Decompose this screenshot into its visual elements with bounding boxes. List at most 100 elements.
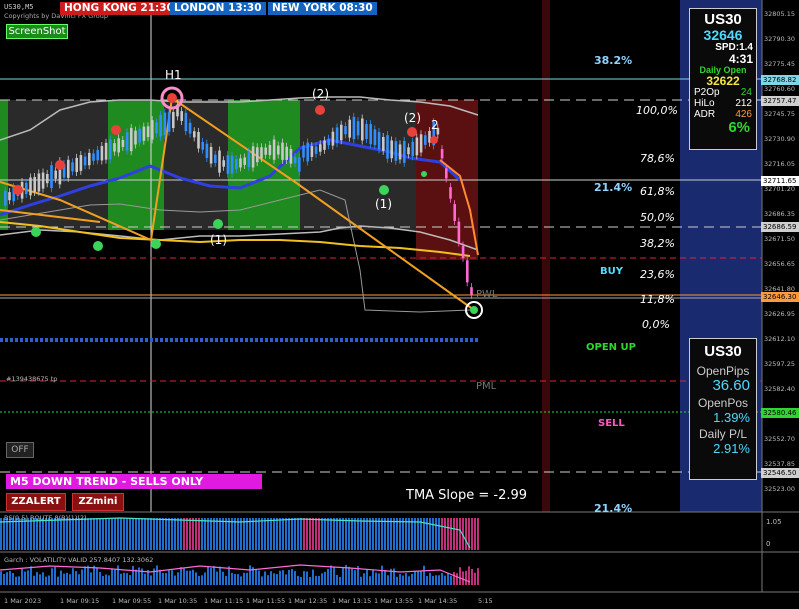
volatility-bar xyxy=(453,572,455,585)
histogram-bar xyxy=(51,518,53,550)
histogram-bar xyxy=(318,518,320,550)
histogram-bar xyxy=(219,518,221,550)
pml-label: PML xyxy=(476,381,497,392)
session-london: LONDON 13:30 xyxy=(170,2,266,15)
histogram-bar xyxy=(36,518,38,550)
volatility-bar xyxy=(117,565,119,585)
volatility-bar xyxy=(99,572,101,585)
info-panel: US30 32646 SPD:1.4 4:31 Daily Open 32622… xyxy=(689,8,757,150)
histogram-bar xyxy=(369,518,371,550)
volatility-bar xyxy=(102,575,104,585)
candle-body xyxy=(461,245,465,258)
histogram-bar xyxy=(360,518,362,550)
histogram-bar xyxy=(57,518,59,550)
histogram-bar xyxy=(114,518,116,550)
fib-100: 100,0% xyxy=(636,104,678,117)
volatility-bar xyxy=(168,570,170,585)
volatility-bar xyxy=(387,575,389,585)
info-price: 32646 xyxy=(703,27,743,43)
volatility-bar xyxy=(123,572,125,585)
volatility-bar xyxy=(477,568,479,585)
histogram-bar xyxy=(444,518,446,550)
histogram-bar xyxy=(267,518,269,550)
candle-body xyxy=(121,140,125,147)
histogram-bar xyxy=(414,518,416,550)
volatility-bar xyxy=(126,573,128,585)
candle-body xyxy=(79,155,83,171)
fib-50: 50,0% xyxy=(640,211,675,224)
time-axis-label: 1 Mar 09:15 xyxy=(60,597,100,605)
volatility-bar xyxy=(213,565,215,585)
candle-body xyxy=(453,204,456,221)
histogram-bar xyxy=(18,518,20,550)
histogram-bar xyxy=(447,518,449,550)
volatility-bar xyxy=(366,569,368,585)
histogram-bar xyxy=(339,518,341,550)
histogram-bar xyxy=(300,518,302,550)
candle-body xyxy=(71,162,74,172)
price-chart[interactable] xyxy=(0,0,799,609)
volatility-bar xyxy=(12,573,14,585)
candle-body xyxy=(398,144,402,160)
zzmini-button[interactable]: ZZmini xyxy=(72,493,124,511)
histogram-bar xyxy=(234,518,236,550)
histogram-bar xyxy=(168,518,170,550)
histogram-bar xyxy=(288,518,290,550)
price-axis-label: 32552.70 xyxy=(764,435,796,443)
histogram-bar xyxy=(6,518,8,550)
volatility-bar xyxy=(342,566,344,585)
histogram-bar xyxy=(231,518,233,550)
histogram-bar xyxy=(348,518,350,550)
volatility-bar xyxy=(201,575,203,585)
volatility-bar xyxy=(240,576,242,585)
zzalert-button[interactable]: ZZALERT xyxy=(6,493,66,511)
open-pos-label: OpenPos xyxy=(697,396,749,410)
histogram-bar xyxy=(330,518,332,550)
volatility-bar xyxy=(288,569,290,585)
open-pips-value: 36.60 xyxy=(712,377,750,394)
histogram-bar xyxy=(24,518,26,550)
histogram-bar xyxy=(180,518,182,550)
candle-body xyxy=(327,138,330,146)
volatility-bar xyxy=(48,575,50,585)
candle-body xyxy=(251,146,255,168)
volatility-bar xyxy=(6,572,8,585)
volatility-bar xyxy=(456,573,458,585)
candle-body xyxy=(205,143,209,158)
volatility-bar xyxy=(42,572,44,585)
candle-body xyxy=(466,260,469,283)
candle-body xyxy=(167,112,171,132)
histogram-bar xyxy=(312,518,314,550)
histogram-bar xyxy=(438,518,440,550)
candle-body xyxy=(67,159,70,178)
histogram-bar xyxy=(402,518,404,550)
histogram-bar xyxy=(465,518,467,550)
screenshot-button[interactable]: ScreenShot xyxy=(6,24,68,39)
volatility-bar xyxy=(198,575,200,585)
volatility-bar xyxy=(51,568,53,585)
adr-percent: 6% xyxy=(728,119,750,136)
candle-body xyxy=(382,136,385,151)
fib-23: 23,6% xyxy=(640,268,675,281)
candle-body xyxy=(411,141,414,157)
volatility-bar xyxy=(207,565,209,585)
candle-body xyxy=(25,182,28,194)
wave-1-label-a: (1) xyxy=(375,197,392,211)
volatility-bar xyxy=(231,572,233,585)
histogram-bar xyxy=(111,518,113,550)
volatility-bar xyxy=(426,575,428,585)
time-axis-label: 1 Mar 12:35 xyxy=(288,597,328,605)
candle-body xyxy=(298,157,301,172)
wave-2-label-c: 2 xyxy=(431,118,439,132)
histogram-bar xyxy=(378,518,380,550)
histogram-bar xyxy=(345,518,347,550)
histogram-bar xyxy=(240,518,242,550)
candle-body xyxy=(247,151,251,167)
histogram-bar xyxy=(9,518,11,550)
volatility-bar xyxy=(399,574,401,585)
histogram-bar xyxy=(297,518,299,550)
histogram-bar xyxy=(408,518,410,550)
candle-body xyxy=(142,126,146,141)
off-button[interactable]: OFF xyxy=(6,442,34,458)
volatility-bar xyxy=(294,571,296,585)
